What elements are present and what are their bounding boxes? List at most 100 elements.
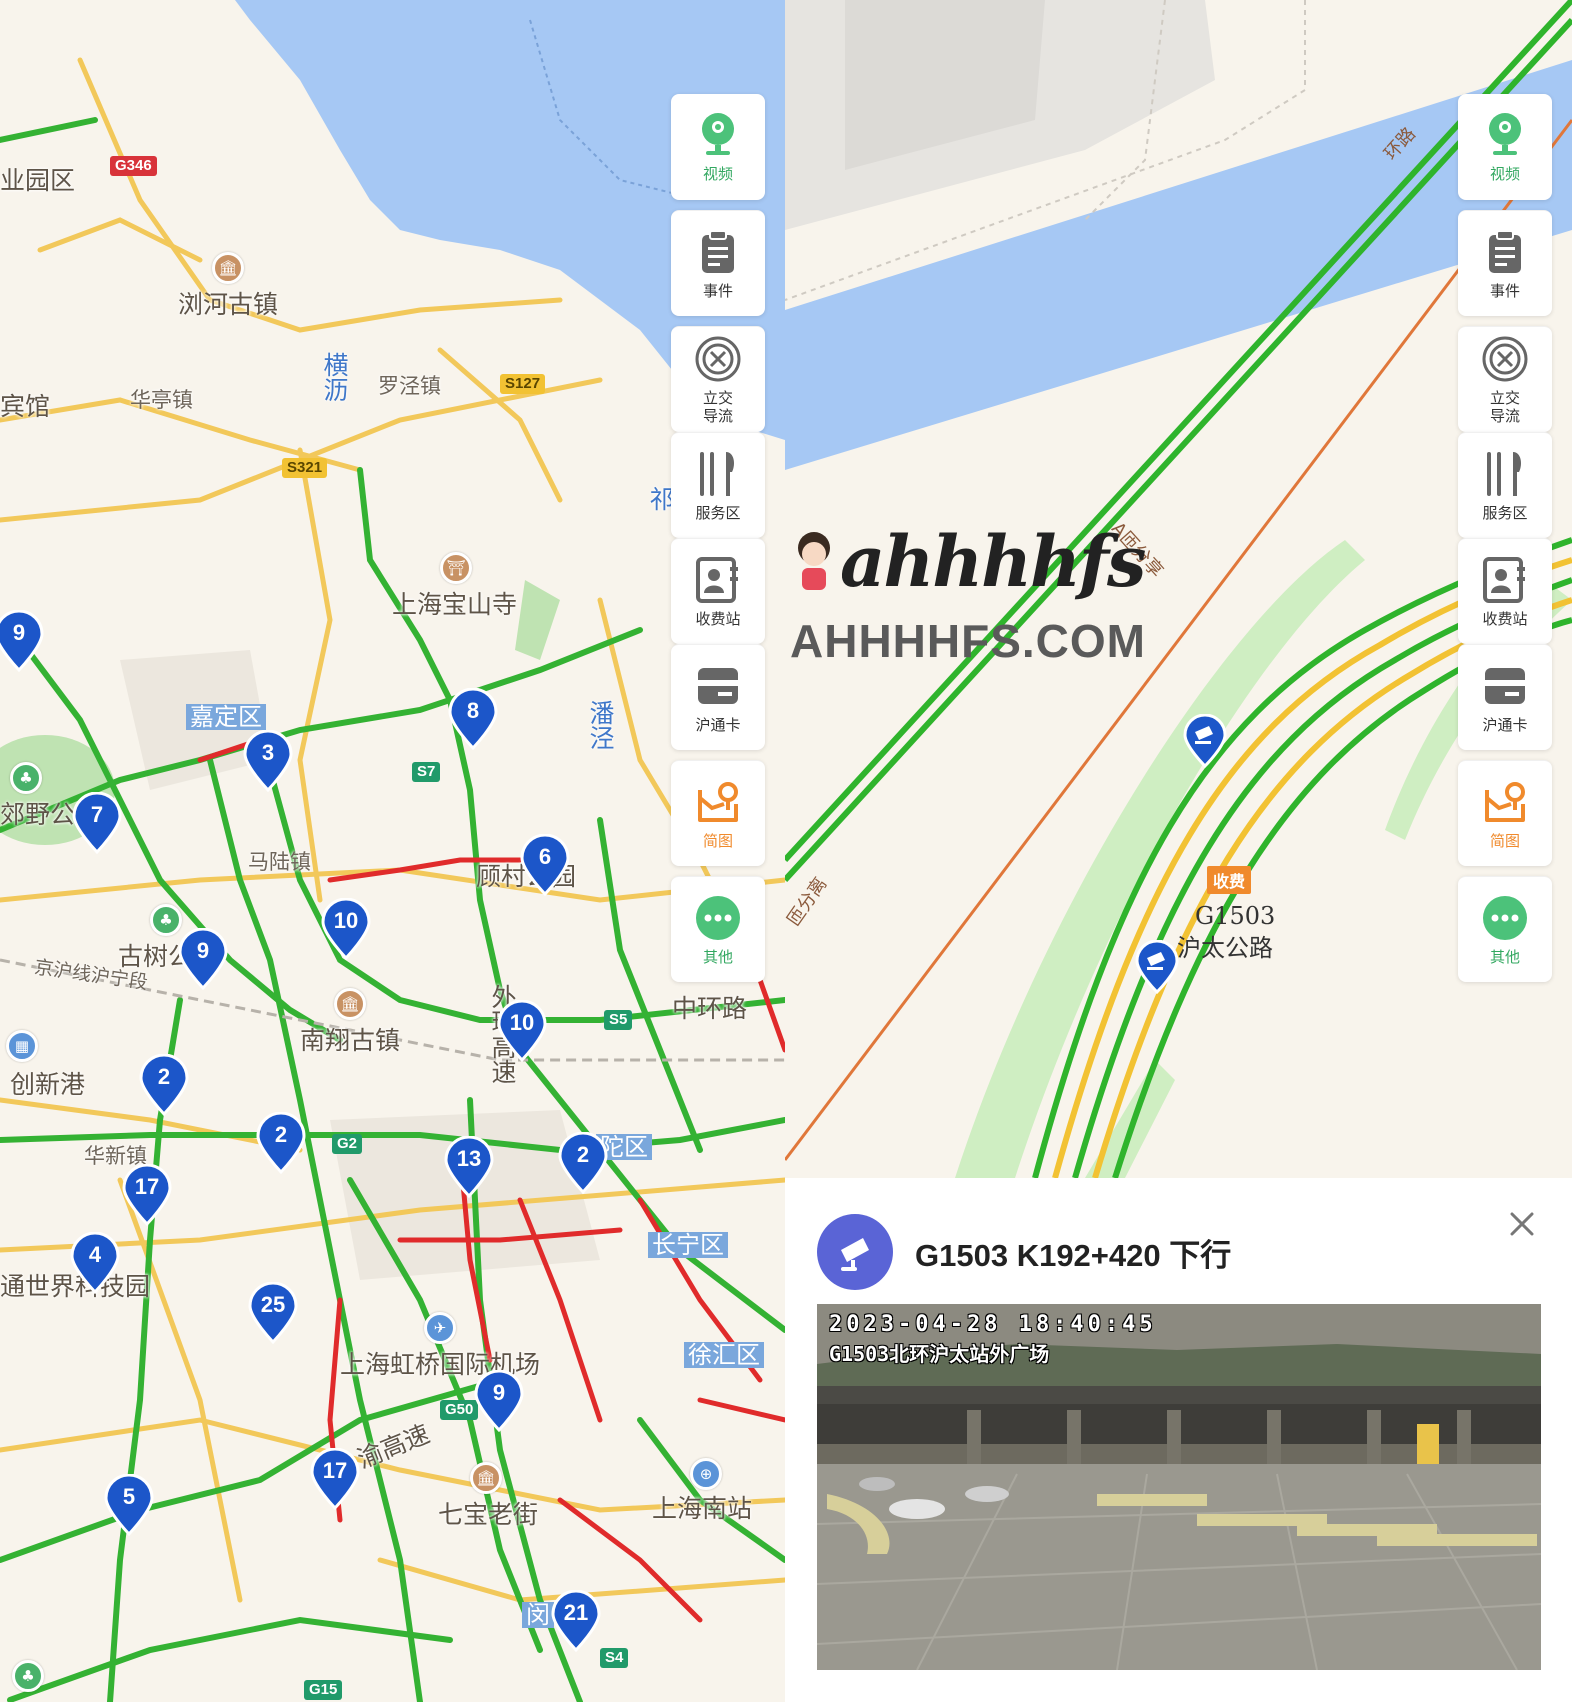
camera-cluster-pin[interactable]: 5 [104,1474,154,1536]
camera-detail-card: G1503 K192+420 下行 2023-04-28 18:40:45 G1… [785,1178,1572,1702]
tool-events[interactable]: 事件 [671,210,765,316]
tool-label: 视频 [1489,165,1520,183]
interchange-icon [694,335,742,383]
more-icon [694,894,742,942]
more-icon [1481,894,1529,942]
road-shield: S7 [412,762,441,782]
camera-location-osd: G1503北环沪太站外广场 [829,1342,1050,1366]
camera-cluster-pin[interactable]: 13 [444,1136,494,1198]
camera-cluster-pin[interactable]: 17 [310,1448,360,1510]
cluster-count: 21 [563,1600,589,1625]
right-map-canvas[interactable] [785,0,1572,1178]
tool-label: 简图 [1489,831,1520,850]
temple-icon: ⛩ [440,552,472,584]
tool-label: 服务区 [695,503,741,522]
cluster-count: 6 [538,844,552,869]
tool-interchange[interactable]: 立交导流 [1458,326,1552,432]
cluster-count: 5 [122,1484,136,1509]
toll-station-name: 沪太公路 [1177,934,1273,962]
cluster-count: 8 [466,698,480,723]
close-icon[interactable] [1504,1206,1540,1242]
cluster-count: 2 [576,1142,590,1167]
cluster-count: 10 [509,1010,535,1035]
cluster-count: 9 [12,620,26,645]
camera-cluster-pin[interactable]: 10 [497,1000,547,1062]
poi-label: 创新港 [10,1070,86,1099]
tool-label: 立交导流 [1489,388,1520,425]
tool-more[interactable]: 其他 [1458,876,1552,982]
cluster-count: 17 [134,1174,160,1199]
tool-label: 其他 [1489,947,1520,966]
tool-toll-station[interactable]: 收费站 [1458,538,1552,644]
tool-label: 其他 [702,947,733,966]
road-shield: S321 [282,458,328,478]
tool-label: 立交导流 [702,388,733,425]
place-label: 业园区 [0,166,76,195]
left-map-panel[interactable]: 业园区 浏河古镇 横沥 罗泾镇 华亭镇 宾馆 上海宝山寺 潘泾 马陆镇 顾村公园… [0,0,785,1702]
tool-service-area[interactable]: 服务区 [671,432,765,538]
tool-label: 视频 [702,165,733,183]
place-label: 罗泾镇 [378,374,441,398]
camera-cluster-pin[interactable]: 17 [122,1164,172,1226]
camera-cluster-pin[interactable]: 2 [256,1112,306,1174]
camera-cluster-pin[interactable]: 3 [243,730,293,792]
camera-cluster-pin[interactable]: 4 [70,1232,120,1294]
poi-label: 上海宝山寺 [392,590,518,619]
cluster-count: 9 [492,1380,506,1405]
camera-cluster-pin[interactable]: 10 [321,898,371,960]
cluster-count: 9 [196,938,210,963]
card-icon [1481,662,1529,710]
cctv-camera-icon [817,1214,893,1290]
toll-badge: 收费 [1207,866,1252,894]
tool-label: 收费站 [1482,609,1528,628]
camera-cluster-pin[interactable]: 6 [520,834,570,896]
road-shield: G15 [304,1680,343,1700]
road-shield: S4 [600,1648,629,1668]
water-label: 祁 [646,486,675,511]
cluster-count: 25 [260,1292,286,1317]
tool-sketch-map[interactable]: 简图 [671,760,765,866]
tool-more[interactable]: 其他 [671,876,765,982]
tool-toll-station[interactable]: 收费站 [671,538,765,644]
camera-video-feed[interactable]: 2023-04-28 18:40:45 G1503北环沪太站外广场 [817,1304,1541,1670]
camera-cluster-pin[interactable]: 2 [558,1132,608,1194]
cluster-count: 2 [157,1064,171,1089]
camera-cluster-pin[interactable]: 9 [178,928,228,990]
sketch-map-icon [694,778,742,826]
camera-pin[interactable] [1183,713,1227,769]
clipboard-icon [1481,228,1529,276]
tool-hutong-card[interactable]: 沪通卡 [1458,644,1552,750]
right-map-zoomed[interactable]: 环路 A匝分享 匝分离 收费 G1503 沪太公路 视频 事件 立交导流 服务区… [785,0,1572,1178]
camera-cluster-pin[interactable]: 2 [139,1054,189,1116]
poi-label: 南翔古镇 [300,1026,401,1055]
camera-timestamp: 2023-04-28 18:40:45 [829,1312,1157,1337]
place-label: 马陆镇 [248,850,311,874]
camera-cluster-pin[interactable]: 21 [551,1590,601,1652]
tool-service-area[interactable]: 服务区 [1458,432,1552,538]
tool-interchange[interactable]: 立交导流 [671,326,765,432]
tool-hutong-card[interactable]: 沪通卡 [671,644,765,750]
place-label: 浏河古镇 [178,290,279,319]
clipboard-icon [694,228,742,276]
train-station-icon: ⊕ [690,1458,722,1490]
water-label: 横沥 [320,352,349,402]
sketch-map-icon [1481,778,1529,826]
temple-icon: 🏛 [212,252,244,284]
camera-cluster-pin[interactable]: 25 [248,1282,298,1344]
camera-cluster-pin[interactable]: 9 [0,610,44,672]
tool-sketch-map[interactable]: 简图 [1458,760,1552,866]
tool-label: 服务区 [1482,503,1528,522]
tool-events[interactable]: 事件 [1458,210,1552,316]
tool-label: 沪通卡 [695,715,741,734]
camera-cluster-pin[interactable]: 8 [448,688,498,750]
camera-cluster-pin[interactable]: 9 [474,1370,524,1432]
cluster-count: 2 [274,1122,288,1147]
video-camera-icon [1481,111,1529,159]
right-panel: 环路 A匝分享 匝分离 收费 G1503 沪太公路 视频 事件 立交导流 服务区… [785,0,1572,1702]
toll-station-icon [1481,556,1529,604]
camera-cluster-pin[interactable]: 7 [72,792,122,854]
camera-pin[interactable] [1135,939,1179,995]
tool-video[interactable]: 视频 [1458,94,1552,200]
tool-video[interactable]: 视频 [671,94,765,200]
road-label: 中环路 [672,994,748,1023]
